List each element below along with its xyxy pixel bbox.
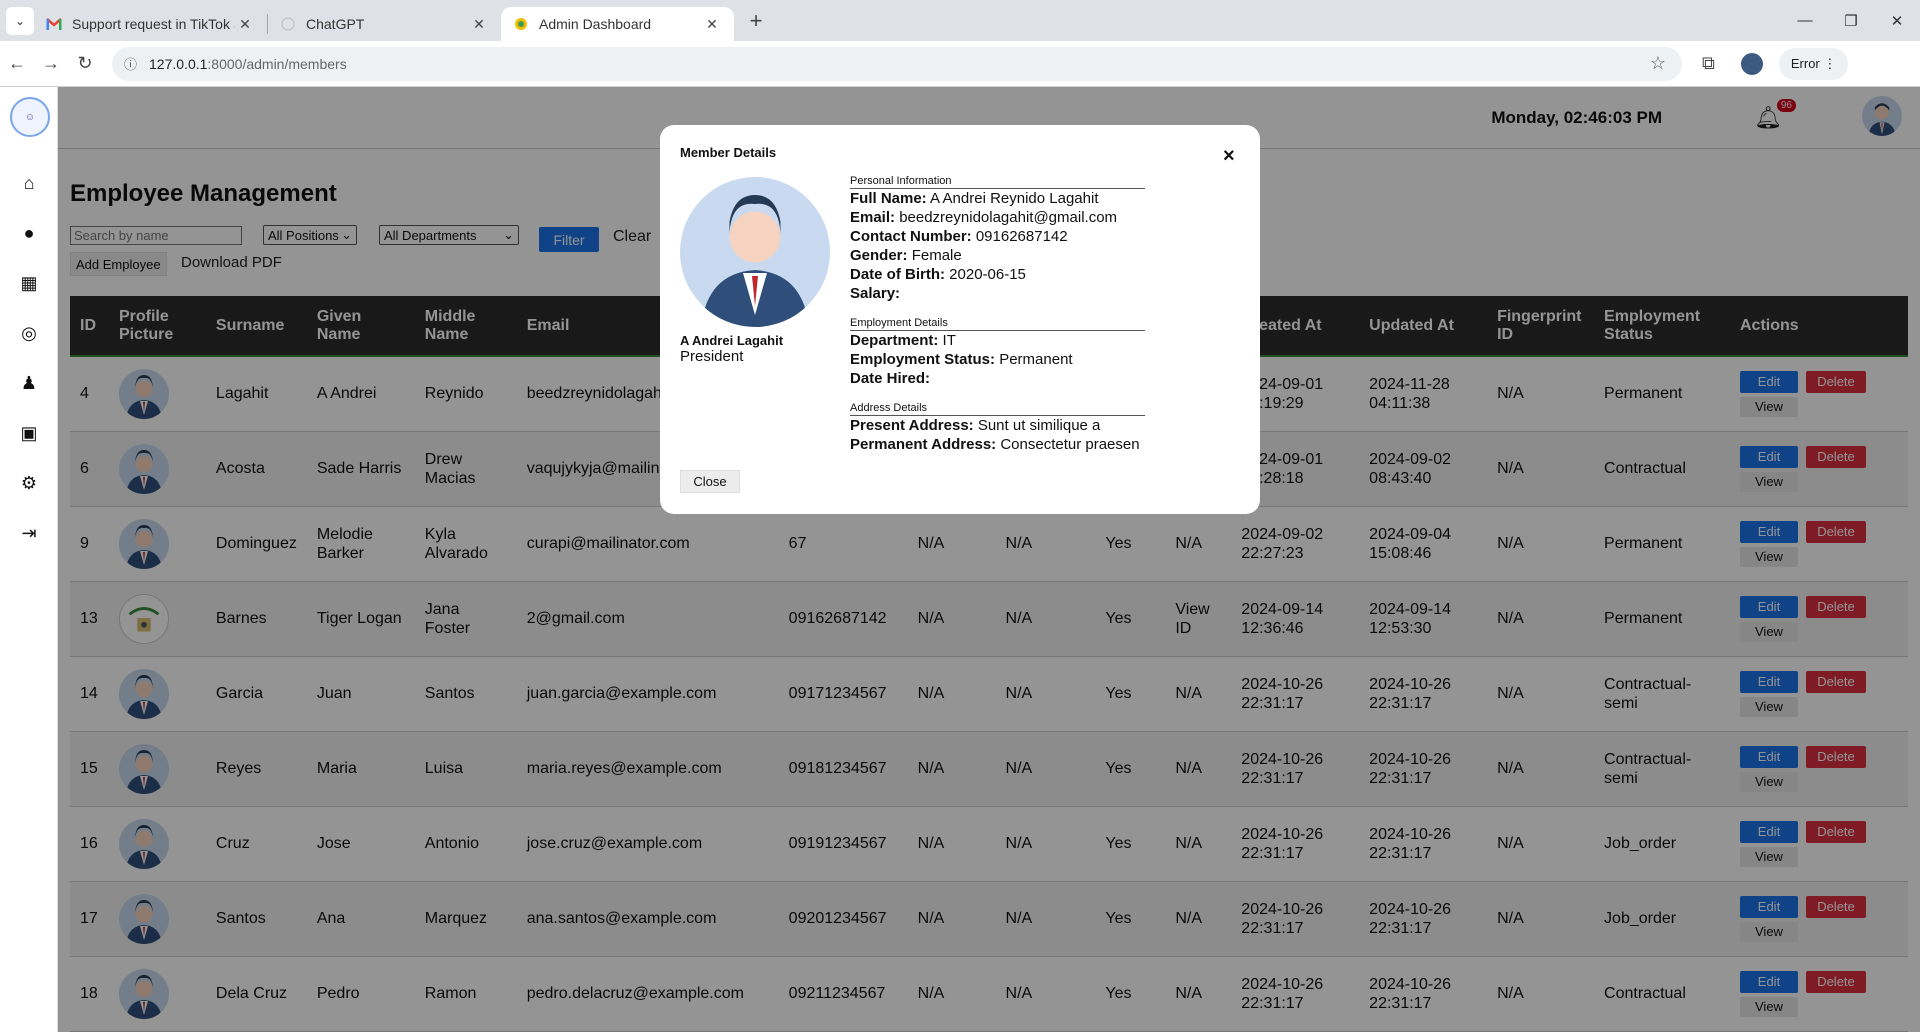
info-label: Email:	[850, 209, 896, 226]
info-line: Department: IT	[850, 331, 1145, 350]
gear-icon[interactable]: ⚙	[16, 470, 42, 496]
close-icon[interactable]: ×	[1223, 145, 1235, 168]
info-value: Consectetur praesen	[1000, 436, 1140, 453]
address-details-heading: Address Details	[850, 402, 1145, 416]
error-label: Error	[1790, 56, 1820, 71]
tab-title: Support request in TikTok Shop	[72, 16, 235, 32]
info-value: Sunt ut similique a	[977, 417, 1101, 434]
personal-info-heading: Personal Information	[850, 175, 1145, 189]
employment-details-heading: Employment Details	[850, 317, 1145, 331]
info-label: Department:	[850, 332, 939, 349]
employee-icon[interactable]: ♟	[16, 370, 42, 396]
close-tab-icon[interactable]: ✕	[702, 16, 722, 33]
browser-tab-admin-dashboard[interactable]: Admin Dashboard ✕	[501, 7, 734, 41]
bookmark-star-icon[interactable]: ☆	[1650, 53, 1666, 74]
info-label: Present Address:	[850, 417, 974, 434]
fingerprint-icon[interactable]: ◎	[16, 320, 42, 346]
info-line: Date of Birth: 2020-06-15	[850, 265, 1145, 284]
info-label: Contact Number:	[850, 228, 972, 245]
info-label: Salary:	[850, 285, 901, 302]
info-line: Date Hired:	[850, 369, 1145, 388]
info-line: Employment Status: Permanent	[850, 350, 1145, 369]
info-value: Female	[911, 247, 962, 264]
personal-info: Full Name: A Andrei Reynido Lagahit Email…	[850, 189, 1145, 303]
extensions-icon[interactable]: ⧉	[1702, 53, 1715, 74]
close-window-icon[interactable]: ✕	[1874, 12, 1920, 30]
url-path: :8000/admin/members	[207, 55, 347, 72]
info-line: Email: beedzreynidolagahit@gmail.com	[850, 208, 1145, 227]
browser-tab-strip: ⌄ Support request in TikTok Shop ✕ ChatG…	[0, 0, 1920, 41]
close-tab-icon[interactable]: ✕	[235, 16, 255, 33]
info-value: 2020-06-15	[949, 266, 1026, 283]
info-value: beedzreynidolagahit@gmail.com	[899, 209, 1118, 226]
employment-details: Department: IT Employment Status: Permane…	[850, 331, 1145, 388]
info-label: Gender:	[850, 247, 908, 264]
member-details-modal: Member Details × A Andrei Lagahit Presid…	[660, 125, 1260, 514]
member-name: A Andrei Lagahit	[680, 333, 784, 348]
member-info: Personal Information Full Name: A Andrei…	[850, 175, 1145, 454]
info-line: Full Name: A Andrei Reynido Lagahit	[850, 189, 1145, 208]
browser-tab-chatgpt[interactable]: ChatGPT ✕	[268, 7, 501, 41]
info-value: 09162687142	[975, 228, 1068, 245]
member-position: President	[680, 348, 744, 365]
chatgpt-icon	[280, 16, 296, 32]
address-toolbar: ← → ↻ ⓘ 127.0.0.1:8000/admin/members ☆ ⧉…	[0, 41, 1920, 87]
info-value: IT	[942, 332, 956, 349]
logout-icon[interactable]: ⇥	[16, 520, 42, 546]
info-line: Salary:	[850, 284, 1145, 303]
new-tab-button[interactable]: +	[742, 8, 770, 34]
home-icon[interactable]: ⌂	[16, 170, 42, 196]
info-line: Contact Number: 09162687142	[850, 227, 1145, 246]
info-line: Permanent Address: Consectetur praesen	[850, 435, 1145, 454]
site-info-icon[interactable]: ⓘ	[124, 54, 137, 73]
browser-profile-avatar[interactable]	[1740, 52, 1763, 75]
info-value: A Andrei Reynido Lagahit	[930, 190, 1099, 207]
tab-search-button[interactable]: ⌄	[6, 6, 34, 35]
info-label: Employment Status:	[850, 351, 996, 368]
tab-title: ChatGPT	[306, 16, 365, 32]
dashboard-icon	[513, 16, 529, 32]
address-details: Present Address: Sunt ut similique a Perm…	[850, 416, 1145, 454]
restore-icon[interactable]: ❐	[1828, 12, 1874, 30]
url-host: 127.0.0.1	[149, 55, 208, 72]
info-label: Date of Birth:	[850, 266, 945, 283]
error-button[interactable]: Error ⋮	[1778, 47, 1849, 80]
member-avatar	[680, 177, 830, 327]
info-line: Present Address: Sunt ut similique a	[850, 416, 1145, 435]
sidebar: ☺ ⌂ ● ▦ ◎ ♟ ▣ ⚙ ⇥	[0, 87, 58, 1032]
url-bar[interactable]: ⓘ 127.0.0.1:8000/admin/members ☆	[112, 46, 1682, 81]
back-icon[interactable]: ←	[0, 53, 34, 74]
app-logo[interactable]: ☺	[10, 97, 50, 137]
reload-icon[interactable]: ↻	[68, 53, 102, 74]
modal-title: Member Details	[680, 145, 777, 160]
id-card-icon[interactable]: ▣	[16, 420, 42, 446]
info-label: Date Hired:	[850, 370, 931, 387]
info-label: Full Name:	[850, 190, 927, 207]
window-controls: — ❐ ✕	[1782, 12, 1920, 30]
minimize-icon[interactable]: —	[1782, 12, 1828, 30]
browser-tab-gmail[interactable]: Support request in TikTok Shop ✕	[34, 7, 267, 41]
close-tab-icon[interactable]: ✕	[469, 16, 489, 33]
info-line: Gender: Female	[850, 246, 1145, 265]
gmail-icon	[46, 16, 62, 32]
tab-title: Admin Dashboard	[539, 16, 652, 32]
user-icon[interactable]: ●	[16, 220, 42, 246]
forward-icon[interactable]: →	[34, 53, 68, 74]
calendar-icon[interactable]: ▦	[16, 270, 42, 296]
info-value: Permanent	[999, 351, 1073, 368]
info-label: Permanent Address:	[850, 436, 997, 453]
close-button[interactable]: Close	[680, 470, 740, 493]
